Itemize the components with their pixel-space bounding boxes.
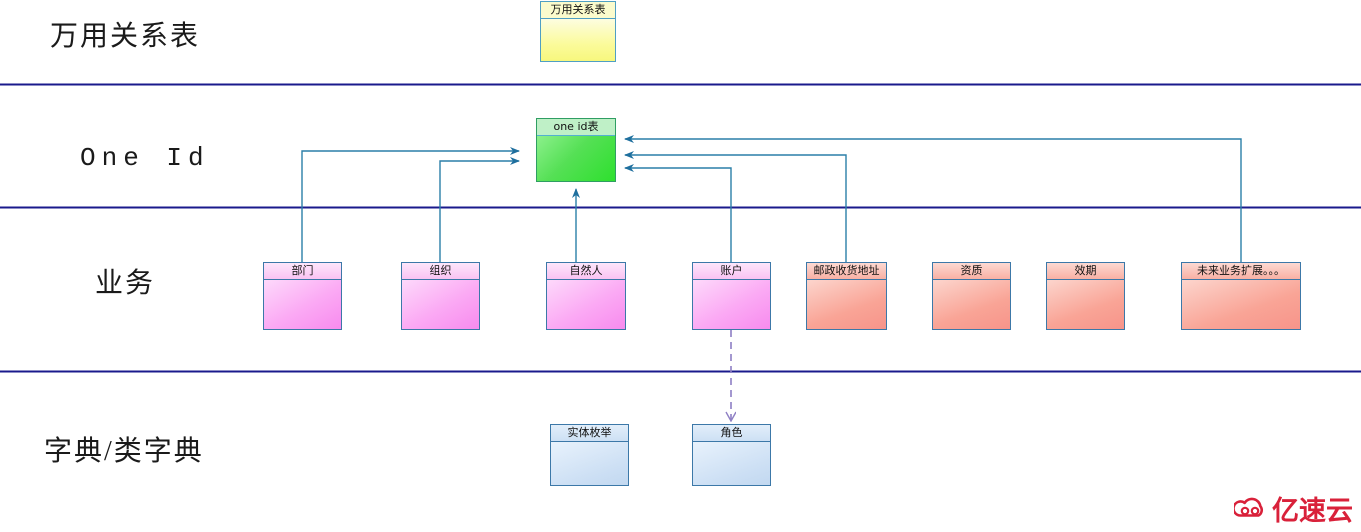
node-validity-period[interactable]: 效期 (1046, 262, 1125, 330)
cloud-logo-icon (1234, 497, 1263, 517)
connector-department-to-oneid (301, 147, 520, 262)
node-one-id-body (537, 136, 615, 181)
node-department[interactable]: 部门 (263, 262, 342, 330)
connector-layer (0, 83, 1361, 532)
node-account-body (693, 280, 770, 329)
node-entity-enum-label: 实体枚举 (551, 425, 628, 442)
node-account-label: 账户 (693, 263, 770, 280)
node-postal-address-label: 邮政收货地址 (807, 263, 886, 280)
diagram-canvas: 万用关系表 One Id 业务 字典/类字典 万用关系表 one id表 部门 … (0, 0, 1361, 532)
node-qualification-body (933, 280, 1010, 329)
node-one-id-label: one id表 (537, 119, 615, 136)
node-qualification[interactable]: 资质 (932, 262, 1011, 330)
band-label-dictionary: 字典/类字典 (44, 436, 204, 467)
node-validity-period-body (1047, 280, 1124, 329)
node-department-label: 部门 (264, 263, 341, 280)
connector-account-to-oneid (624, 164, 732, 262)
connector-postaladdress-to-oneid (624, 151, 847, 262)
watermark: 亿速云 (1234, 489, 1353, 528)
node-postal-address-body (807, 280, 886, 329)
node-qualification-label: 资质 (933, 263, 1010, 280)
node-future-business-body (1182, 280, 1300, 329)
band-label-business: 业务 (95, 268, 156, 299)
node-role-label: 角色 (693, 425, 770, 442)
watermark-text: 亿速云 (1272, 496, 1353, 527)
connector-organization-to-oneid (439, 157, 520, 262)
node-validity-period-label: 效期 (1047, 263, 1124, 280)
node-organization-label: 组织 (402, 263, 479, 280)
node-entity-enum-body (551, 442, 628, 485)
band-label-one-id: One Id (80, 143, 210, 173)
node-department-body (264, 280, 341, 329)
node-role-body (693, 442, 770, 485)
node-postal-address[interactable]: 邮政收货地址 (806, 262, 887, 330)
node-organization-body (402, 280, 479, 329)
band-label-universal-relation: 万用关系表 (50, 21, 201, 52)
node-natural-person[interactable]: 自然人 (546, 262, 626, 330)
node-natural-person-label: 自然人 (547, 263, 625, 280)
node-universal-relation-label: 万用关系表 (541, 2, 615, 19)
node-one-id[interactable]: one id表 (536, 118, 616, 182)
node-universal-relation[interactable]: 万用关系表 (540, 1, 616, 62)
node-account[interactable]: 账户 (692, 262, 771, 330)
node-organization[interactable]: 组织 (401, 262, 480, 330)
band-dividers (0, 83, 1361, 373)
node-role[interactable]: 角色 (692, 424, 771, 486)
connector-futurebusiness-to-oneid (624, 135, 1242, 262)
node-entity-enum[interactable]: 实体枚举 (550, 424, 629, 486)
node-future-business-label: 未来业务扩展。。。 (1182, 263, 1300, 280)
node-natural-person-body (547, 280, 625, 329)
node-future-business[interactable]: 未来业务扩展。。。 (1181, 262, 1301, 330)
node-universal-relation-body (541, 19, 615, 61)
